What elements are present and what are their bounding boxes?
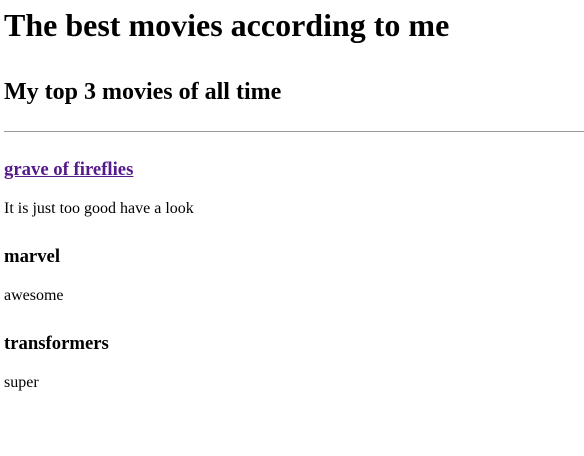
page-subtitle: My top 3 movies of all time [4, 79, 282, 105]
movie-description: awesome [4, 287, 64, 304]
divider [4, 131, 584, 132]
movie-link[interactable]: grave of fireflies [4, 159, 133, 180]
movie-description: super [4, 374, 39, 391]
movie-description: It is just too good have a look [4, 200, 194, 217]
movie-title: transformers [4, 333, 109, 354]
movie-title: grave of fireflies [4, 159, 580, 181]
movie-title: marvel [4, 246, 61, 267]
page-title: The best movies according to me [4, 7, 450, 43]
